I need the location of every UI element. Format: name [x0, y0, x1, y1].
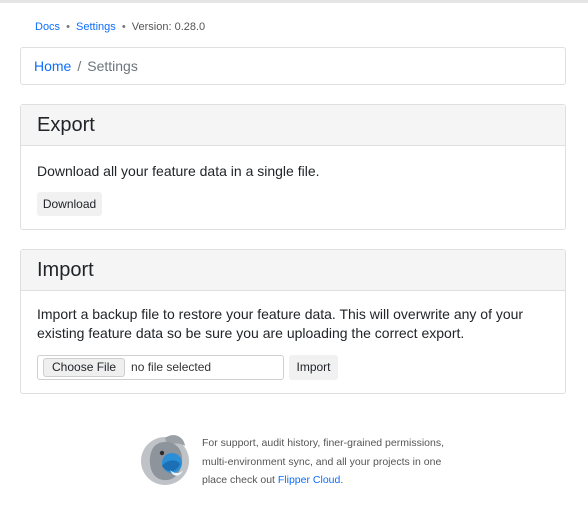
choose-file-button[interactable]: Choose File: [43, 358, 126, 377]
export-description: Download all your feature data in a sing…: [37, 163, 320, 179]
footer: For support, audit history, finer-graine…: [140, 430, 470, 490]
flipper-logo-icon: [141, 435, 189, 485]
download-button[interactable]: Download: [37, 192, 102, 216]
import-description: Import a backup file to restore your fea…: [37, 306, 524, 341]
nav-separator: •: [121, 21, 126, 33]
nav-separator: •: [66, 21, 70, 33]
version-label: Version: 0.28.0: [131, 21, 206, 33]
settings-link[interactable]: Settings: [76, 21, 116, 33]
import-card-title: Import: [21, 250, 565, 291]
top-divider: [0, 0, 588, 3]
export-card: Export Download all your feature data in…: [20, 104, 566, 230]
flipper-cloud-link[interactable]: Flipper Cloud: [278, 474, 340, 486]
export-card-title: Export: [21, 105, 565, 146]
top-nav: Docs • Settings • Version: 0.28.0: [35, 21, 205, 33]
footer-period: .: [340, 474, 344, 486]
breadcrumb-current: Settings: [87, 58, 138, 74]
file-input[interactable]: Choose File no file selected: [37, 355, 284, 380]
breadcrumb-divider: /: [77, 58, 82, 74]
file-status-text: no file selected: [131, 360, 212, 374]
import-card: Import Import a backup file to restore y…: [20, 249, 566, 394]
import-button[interactable]: Import: [289, 355, 338, 380]
footer-text: For support, audit history, finer-graine…: [202, 434, 467, 490]
breadcrumb: Home / Settings: [20, 47, 566, 85]
breadcrumb-home-link[interactable]: Home: [34, 58, 71, 74]
docs-link[interactable]: Docs: [35, 21, 60, 33]
